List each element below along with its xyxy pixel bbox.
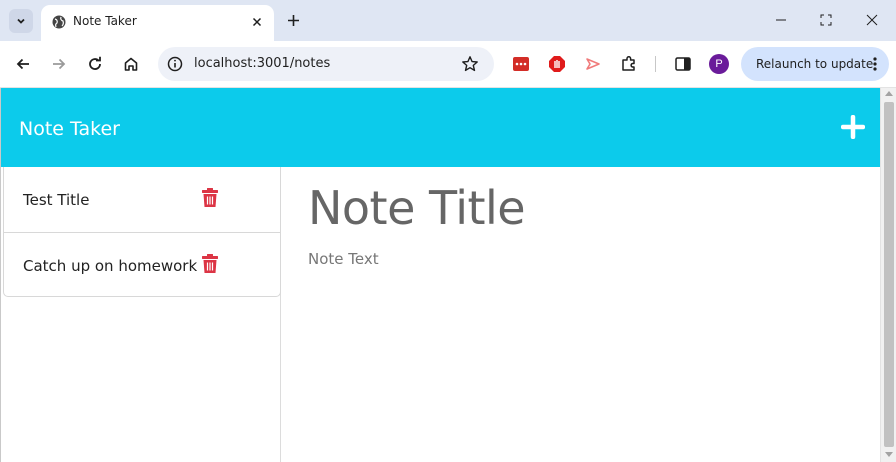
more-vertical-icon [873,57,877,71]
reload-icon [89,56,101,70]
reload-button[interactable] [84,53,106,75]
browser-toolbar: localhost:3001/notes P Relaunch to updat… [0,41,896,88]
scroll-down-arrow-icon[interactable] [885,452,893,457]
note-list: Test Title Catch up on homework [3,167,281,297]
back-button[interactable] [12,53,34,75]
extension-lastpass[interactable] [510,53,532,75]
app-navbar: Note Taker [1,88,880,167]
plus-icon[interactable] [841,115,865,139]
plus-icon [287,14,299,26]
toolbar-separator [655,56,656,72]
maximize-icon [820,14,832,26]
minimize-icon [776,19,786,21]
new-tab-button[interactable] [283,10,303,30]
profile-avatar[interactable]: P [709,54,729,74]
home-button[interactable] [120,53,142,75]
page-scrollbar[interactable] [880,88,896,462]
address-bar[interactable]: localhost:3001/notes [158,47,494,81]
chevron-down-icon [17,18,25,24]
side-panel-button[interactable] [672,53,694,75]
url-text[interactable]: localhost:3001/notes [194,56,330,71]
adblock-icon [549,56,565,72]
extension-pointer[interactable] [582,53,604,75]
extensions-menu-button[interactable] [618,53,640,75]
note-item-title[interactable]: Test Title [23,191,89,209]
note-list-item[interactable]: Test Title [4,167,280,232]
note-item-title[interactable]: Catch up on homework [23,257,197,275]
notes-sidebar: Test Title Catch up on homework [3,167,281,462]
relaunch-button[interactable]: Relaunch to update [741,47,889,81]
note-title-input[interactable]: Note Title [308,181,526,235]
app-brand[interactable]: Note Taker [19,118,120,140]
relaunch-label: Relaunch to update [756,57,874,71]
note-editor: Note Title Note Text [282,167,880,462]
minimize-button[interactable] [771,10,791,30]
scroll-up-arrow-icon[interactable] [885,91,893,96]
tab-strip: Note Taker [0,0,896,41]
lastpass-icon [513,57,529,71]
globe-icon [52,15,66,29]
bookmark-star-icon[interactable] [461,55,479,73]
browser-tab[interactable]: Note Taker [41,5,274,41]
scroll-thumb[interactable] [884,102,894,447]
close-icon [252,17,262,27]
site-info-icon[interactable] [166,55,184,73]
puzzle-icon [622,55,635,71]
page-viewport: Note Taker Test Title Catch up on homewo… [0,88,896,462]
extension-adblock[interactable] [546,53,568,75]
side-panel-icon [675,57,691,71]
close-window-button[interactable] [862,10,882,30]
trash-icon[interactable] [201,188,219,208]
tab-search-button[interactable] [9,9,33,33]
tab-title: Note Taker [73,14,137,28]
note-text-input[interactable]: Note Text [308,250,379,268]
forward-button[interactable] [48,53,70,75]
close-icon [866,14,878,26]
maximize-button[interactable] [816,10,836,30]
close-tab-button[interactable] [248,13,266,31]
arrow-right-icon [53,58,66,70]
home-icon [124,57,138,71]
note-list-item[interactable]: Catch up on homework [4,232,280,297]
arrow-left-icon [16,58,29,70]
cursor-arrow-icon [586,58,600,70]
trash-icon[interactable] [201,254,219,274]
